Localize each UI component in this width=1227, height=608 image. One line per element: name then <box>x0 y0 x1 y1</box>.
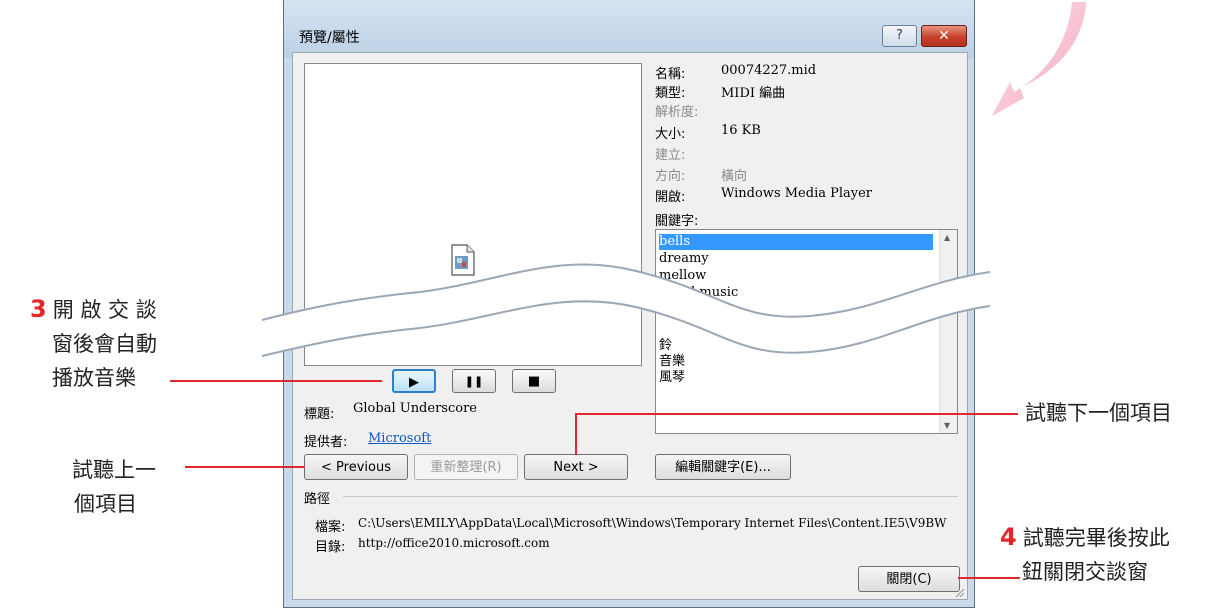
scroll-down-icon[interactable]: ▼ <box>944 421 950 430</box>
help-button[interactable]: ? <box>882 25 917 47</box>
file-path-label: 檔案: <box>315 520 346 535</box>
scroll-up-icon[interactable]: ▲ <box>944 233 950 242</box>
pause-button[interactable]: ❚❚ <box>452 369 496 393</box>
provider-link[interactable]: Microsoft <box>368 431 431 446</box>
step3-line1: 開 啟 交 談 <box>52 298 157 322</box>
path-heading: 路徑 <box>304 492 331 507</box>
step3-number: 3 <box>30 295 47 323</box>
keyword-item[interactable]: 鈴 <box>659 338 672 354</box>
keyword-item[interactable]: 風琴 <box>659 370 685 386</box>
step4-line2: 鈕關閉交談窗 <box>1022 560 1148 584</box>
directory-label: 目錄: <box>315 540 346 555</box>
keywords-scrollbar[interactable]: ▲ ▼ <box>939 230 957 433</box>
prev-line2: 個項目 <box>74 492 137 516</box>
open-with-value: Windows Media Player <box>721 186 873 201</box>
directory-value: http://office2010.microsoft.com <box>358 536 550 550</box>
step4-number: 4 <box>1000 523 1017 551</box>
keyword-item[interactable]: mellow <box>659 268 706 284</box>
path-divider <box>343 496 958 497</box>
step3-line3: 播放音樂 <box>52 366 136 390</box>
annotation-step3: 3開 啟 交 談 窗後會自動 播放音樂 <box>30 292 157 395</box>
next-button[interactable]: Next > <box>524 454 628 480</box>
name-label: 名稱: <box>655 67 686 82</box>
dialog-title: 預覽/屬性 <box>299 30 360 46</box>
close-window-button[interactable]: ✕ <box>921 25 967 47</box>
stop-button[interactable]: ■ <box>512 369 556 393</box>
resize-grip-icon[interactable] <box>953 586 965 598</box>
step3-pointer-line <box>170 380 382 382</box>
previous-pointer-line <box>185 466 305 468</box>
orientation-value: 橫向 <box>721 169 748 184</box>
type-value: MIDI 編曲 <box>721 86 786 101</box>
annotation-step4: 4 試聽完畢後按此 鈕關閉交談窗 <box>1000 520 1170 589</box>
step4-pointer-line <box>958 577 1020 579</box>
annotation-previous: 試聽上一 個項目 <box>72 453 156 521</box>
size-value: 16 KB <box>721 123 761 138</box>
provider-label: 提供者: <box>304 435 348 450</box>
clip-title-label: 標題: <box>304 407 335 422</box>
keyword-item[interactable]: 夢幻 <box>659 302 685 318</box>
keywords-label: 關鍵字: <box>655 214 699 229</box>
keyword-item[interactable]: 音樂 <box>659 354 685 370</box>
step4-line1: 試聽完畢後按此 <box>1022 526 1170 550</box>
next-pointer-drop <box>575 413 577 455</box>
decorative-arrow-icon <box>992 2 1086 116</box>
step3-line2: 窗後會自動 <box>52 332 157 356</box>
dialog-client-area: ▶ ❚❚ ■ 標題: Global Underscore 提供者: Micros… <box>292 52 968 600</box>
close-button[interactable]: 關閉(C) <box>858 566 960 592</box>
midi-file-icon <box>451 244 475 276</box>
keyword-item[interactable]: mood music <box>659 285 738 301</box>
orientation-label: 方向: <box>655 169 686 184</box>
preview-pane <box>304 63 642 366</box>
name-value: 00074227.mid <box>721 63 817 78</box>
next-pointer-line <box>577 413 1018 415</box>
title-bar: 預覽/屬性 ? ✕ <box>284 0 974 58</box>
open-with-label: 開啟: <box>655 190 686 205</box>
refresh-button[interactable]: 重新整理(R) <box>414 454 518 480</box>
keywords-list[interactable]: bells dreamy mellow mood music 夢幻 鈴 音樂 風… <box>655 229 958 434</box>
size-label: 大小: <box>655 127 686 142</box>
file-path-value: C:\Users\EMILY\AppData\Local\Microsoft\W… <box>358 516 947 530</box>
keyword-item[interactable]: bells <box>659 234 933 250</box>
clip-title-value: Global Underscore <box>353 401 477 416</box>
keyword-item[interactable]: dreamy <box>659 251 709 267</box>
prev-line1: 試聽上一 <box>72 458 156 482</box>
play-button[interactable]: ▶ <box>392 369 436 393</box>
annotation-next: 試聽下一個項目 <box>1025 401 1172 425</box>
previous-button[interactable]: < Previous <box>304 454 408 480</box>
edit-keywords-button[interactable]: 編輯關鍵字(E)... <box>655 454 791 480</box>
resolution-label: 解析度: <box>655 105 699 120</box>
type-label: 類型: <box>655 86 686 101</box>
created-label: 建立: <box>655 148 686 163</box>
preview-properties-dialog: 預覽/屬性 ? ✕ ▶ ❚❚ ■ 標題: Global Underscore 提… <box>283 0 975 608</box>
